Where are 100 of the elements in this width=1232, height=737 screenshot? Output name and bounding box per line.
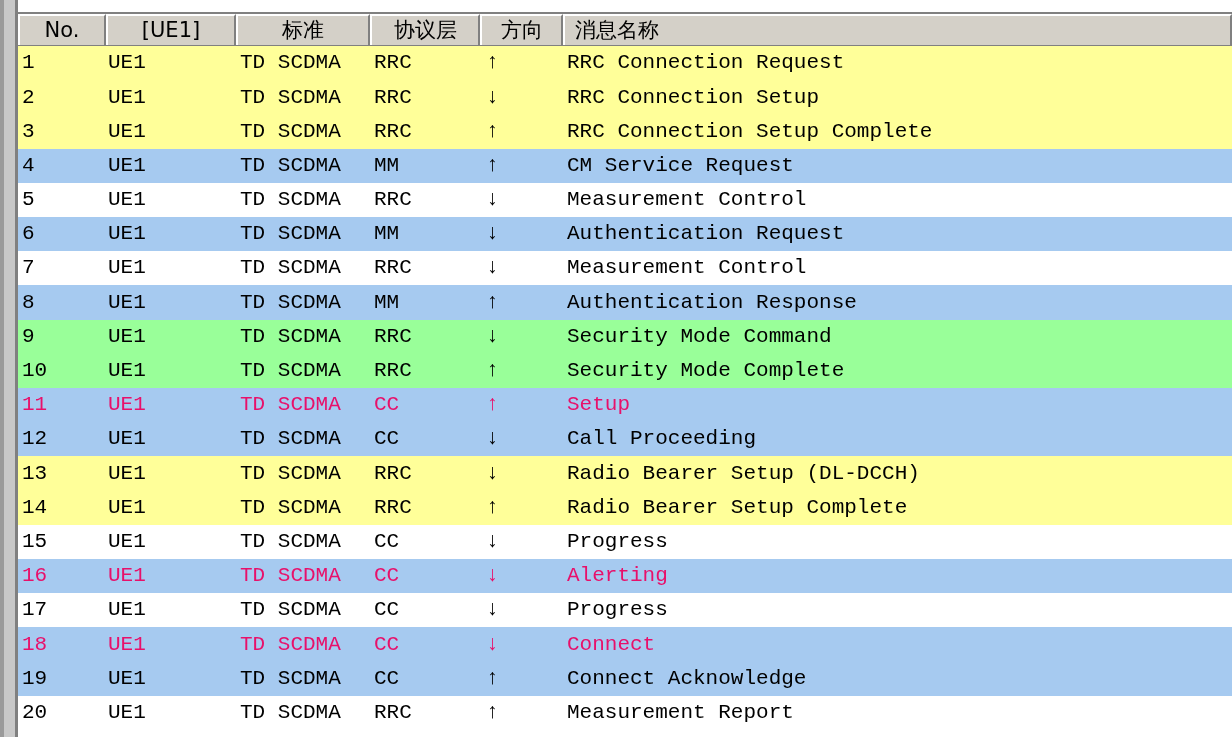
number-cell: 4 bbox=[22, 153, 35, 177]
ue-cell: UE1 bbox=[108, 427, 146, 451]
layer-cell: RRC bbox=[374, 461, 412, 485]
number-cell: 7 bbox=[22, 256, 35, 280]
standard-cell: TD SCDMA bbox=[240, 359, 341, 383]
ue-cell: UE1 bbox=[108, 495, 146, 519]
message-cell: CM Service Request bbox=[567, 153, 794, 177]
layer-cell: CC bbox=[374, 393, 400, 417]
message-row[interactable]: 2 UE1 TD SCDMA RRC ↓ RRC Connection Setup bbox=[18, 80, 1232, 115]
message-cell: RRC Connection Request bbox=[567, 51, 845, 75]
standard-cell: TD SCDMA bbox=[240, 119, 341, 143]
number-cell: 3 bbox=[22, 119, 35, 143]
standard-cell: TD SCDMA bbox=[240, 222, 341, 246]
message-row[interactable]: 9 UE1 TD SCDMA RRC ↓ Security Mode Command bbox=[18, 319, 1232, 354]
message-row[interactable]: 6 UE1 TD SCDMA MM ↓ Authentication Request bbox=[18, 216, 1232, 252]
ue-cell: UE1 bbox=[108, 119, 146, 143]
message-row[interactable]: 19 UE1 TD SCDMA CC ↑ Connect Acknowledge bbox=[18, 661, 1232, 696]
message-cell: Progress bbox=[567, 529, 668, 553]
ue-cell: UE1 bbox=[108, 529, 146, 553]
number-cell: 17 bbox=[22, 598, 48, 622]
message-row[interactable]: 3 UE1 TD SCDMA RRC ↑ RRC Connection Setup Complete bbox=[18, 114, 1232, 149]
message-row[interactable]: 13 UE1 TD SCDMA RRC ↓ Radio Bearer Setup (DL-DCCH) bbox=[18, 456, 1232, 491]
layer-cell: RRC bbox=[374, 495, 412, 519]
layer-cell: CC bbox=[374, 529, 400, 553]
layer-cell: RRC bbox=[374, 256, 412, 280]
message-row[interactable]: 4 UE1 TD SCDMA MM ↑ CM Service Request bbox=[18, 148, 1232, 183]
message-cell: Measurement Report bbox=[567, 700, 794, 724]
layer-cell: CC bbox=[374, 632, 400, 656]
layer-cell: MM bbox=[374, 153, 400, 177]
number-cell: 13 bbox=[22, 461, 48, 485]
layer-cell: MM bbox=[374, 290, 400, 314]
standard-cell: TD SCDMA bbox=[240, 290, 341, 314]
number-cell: 15 bbox=[22, 529, 48, 553]
layer-cell: RRC bbox=[374, 324, 412, 348]
number-cell: 12 bbox=[22, 427, 48, 451]
ue-cell: UE1 bbox=[108, 598, 146, 622]
number-cell: 8 bbox=[22, 290, 35, 314]
ue-cell: UE1 bbox=[108, 359, 146, 383]
number-cell: 16 bbox=[22, 564, 48, 588]
standard-cell: TD SCDMA bbox=[240, 564, 341, 588]
layer-cell: RRC bbox=[374, 188, 412, 212]
ue-cell: UE1 bbox=[108, 700, 146, 724]
message-cell: Setup bbox=[567, 393, 630, 417]
direction-cell: ↓ bbox=[486, 564, 499, 588]
direction-cell: ↓ bbox=[486, 632, 499, 656]
message-cell: Alerting bbox=[567, 564, 668, 588]
message-cell: RRC Connection Setup bbox=[567, 85, 820, 109]
standard-cell: TD SCDMA bbox=[240, 427, 341, 451]
message-cell: Call Proceeding bbox=[567, 427, 757, 451]
number-cell: 11 bbox=[22, 393, 48, 417]
number-cell: 2 bbox=[22, 85, 35, 109]
direction-cell: ↑ bbox=[486, 290, 499, 314]
number-cell: 20 bbox=[22, 700, 48, 724]
ue-cell: UE1 bbox=[108, 393, 146, 417]
number-cell: 14 bbox=[22, 495, 48, 519]
number-cell: 10 bbox=[22, 359, 48, 383]
direction-cell: ↓ bbox=[486, 461, 499, 485]
standard-cell: TD SCDMA bbox=[240, 153, 341, 177]
standard-cell: TD SCDMA bbox=[240, 324, 341, 348]
message-cell: Measurement Control bbox=[567, 256, 807, 280]
message-row[interactable]: 14 UE1 TD SCDMA RRC ↑ Radio Bearer Setup Complete bbox=[18, 490, 1232, 525]
direction-cell: ↓ bbox=[486, 598, 499, 622]
standard-cell: TD SCDMA bbox=[240, 529, 341, 553]
message-row[interactable]: 8 UE1 TD SCDMA MM ↑ Authentication Response bbox=[18, 285, 1232, 320]
direction-cell: ↑ bbox=[486, 666, 499, 690]
direction-cell: ↑ bbox=[486, 119, 499, 143]
direction-cell: ↓ bbox=[486, 188, 499, 212]
layer-cell: MM bbox=[374, 222, 400, 246]
layer-cell: CC bbox=[374, 427, 400, 451]
direction-cell: ↓ bbox=[486, 256, 499, 280]
number-cell: 19 bbox=[22, 666, 48, 690]
ue-cell: UE1 bbox=[108, 461, 146, 485]
message-cell: Radio Bearer Setup (DL-DCCH) bbox=[567, 461, 920, 485]
direction-cell: ↑ bbox=[486, 393, 499, 417]
ue-cell: UE1 bbox=[108, 256, 146, 280]
message-cell: Authentication Response bbox=[567, 290, 857, 314]
standard-cell: TD SCDMA bbox=[240, 598, 341, 622]
message-row[interactable]: 10 UE1 TD SCDMA RRC ↑ Security Mode Complete bbox=[18, 353, 1232, 388]
standard-cell: TD SCDMA bbox=[240, 85, 341, 109]
message-cell: Security Mode Complete bbox=[567, 359, 845, 383]
ue-cell: UE1 bbox=[108, 290, 146, 314]
direction-cell: ↓ bbox=[486, 324, 499, 348]
layer-cell: RRC bbox=[374, 700, 412, 724]
standard-cell: TD SCDMA bbox=[240, 393, 341, 417]
ue-cell: UE1 bbox=[108, 51, 146, 75]
message-row[interactable]: 12 UE1 TD SCDMA CC ↓ Call Proceeding bbox=[18, 422, 1232, 457]
standard-cell: TD SCDMA bbox=[240, 461, 341, 485]
ue-cell: UE1 bbox=[108, 222, 146, 246]
standard-cell: TD SCDMA bbox=[240, 666, 341, 690]
layer-cell: CC bbox=[374, 666, 400, 690]
direction-cell: ↓ bbox=[486, 529, 499, 553]
message-row[interactable]: 1 UE1 TD SCDMA RRC ↑ RRC Connection Request bbox=[18, 46, 1232, 81]
standard-cell: TD SCDMA bbox=[240, 495, 341, 519]
message-cell: Progress bbox=[567, 598, 668, 622]
direction-cell: ↑ bbox=[486, 700, 499, 724]
ue-cell: UE1 bbox=[108, 564, 146, 588]
number-cell: 5 bbox=[22, 188, 35, 212]
ue-cell: UE1 bbox=[108, 666, 146, 690]
standard-cell: TD SCDMA bbox=[240, 51, 341, 75]
layer-cell: RRC bbox=[374, 359, 412, 383]
